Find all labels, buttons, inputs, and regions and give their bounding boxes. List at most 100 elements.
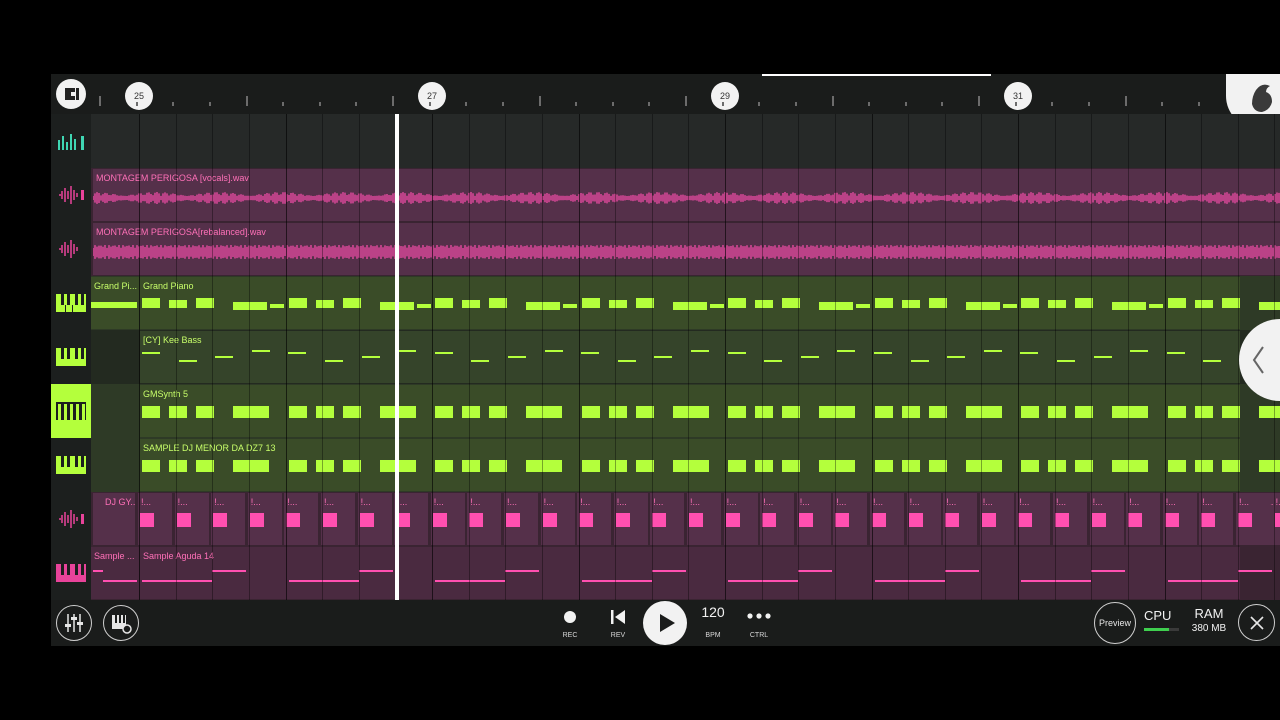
track-icon-8[interactable]	[51, 492, 91, 546]
slice-clip[interactable]: !...	[796, 493, 831, 545]
track-icon-4[interactable]	[51, 276, 91, 330]
slice-clip[interactable]: !...	[1016, 493, 1051, 545]
note	[178, 360, 197, 362]
slice-clip[interactable]: !...	[284, 493, 319, 545]
slice-clip[interactable]: !...	[1053, 493, 1087, 545]
slice-clip[interactable]: !...	[430, 493, 465, 545]
slice-clip[interactable]: !...	[979, 493, 1014, 545]
track-row-5[interactable]: [CY] Kee Bass	[51, 330, 1280, 384]
track-row-2[interactable]: MONTAGEM PERIGOSA [vocals].wav	[51, 168, 1280, 222]
track-lane-3[interactable]: MONTAGEM PERIGOSA[rebalanced].wav	[91, 222, 1280, 276]
bar-marker-29[interactable]: 29	[711, 82, 739, 110]
pattern-notes	[91, 276, 1280, 330]
track-icon-5[interactable]	[51, 330, 91, 384]
grid-line	[834, 114, 836, 600]
track-row-4[interactable]: Grand Pi... Grand Piano	[51, 276, 1280, 330]
piano-roll-settings-button[interactable]	[103, 605, 139, 641]
slice-clip[interactable]: !...	[1199, 493, 1234, 545]
slice-clip[interactable]: !...	[613, 493, 648, 545]
note	[983, 350, 1002, 352]
track-lane-5[interactable]: [CY] Kee Bass	[91, 330, 1280, 384]
timeline-ruler[interactable]: 25 27 29 31	[51, 74, 1280, 128]
track-lane-9[interactable]: Sample ... Sample Aguda 14	[91, 546, 1280, 600]
playhead[interactable]	[395, 114, 399, 600]
slice-clip[interactable]: !...	[394, 493, 429, 545]
mixer-button[interactable]	[56, 605, 92, 641]
slice-clip[interactable]: !...	[833, 493, 868, 545]
slice-clip[interactable]: !...	[504, 493, 538, 545]
track-row-3[interactable]: MONTAGEM PERIGOSA[rebalanced].wav	[51, 222, 1280, 276]
track-icon-6-selected[interactable]	[51, 384, 91, 438]
track-lane-8[interactable]: DJ GY... DJ GY... !...!...!...!...!...!.…	[91, 492, 1280, 546]
note	[526, 460, 562, 472]
track-icon-3[interactable]	[51, 222, 91, 276]
close-button[interactable]	[1238, 604, 1275, 641]
horizontal-scroll-indicator[interactable]	[762, 74, 991, 76]
track-icon-9[interactable]	[51, 546, 91, 600]
bar-marker-25[interactable]: 25	[125, 82, 153, 110]
ruler-tick	[245, 96, 248, 106]
note	[233, 406, 269, 418]
slice-label: !...	[616, 497, 627, 507]
note	[1194, 460, 1213, 472]
cpu-meter: CPU	[1144, 608, 1184, 638]
slice-clip[interactable]: !...	[247, 493, 282, 545]
slice-wave	[908, 513, 923, 527]
play-button[interactable]	[643, 601, 687, 645]
track-row-7[interactable]: SAMPLE DJ MENOR DA DZ7 13	[51, 438, 1280, 492]
slice-clip[interactable]: !...	[1126, 493, 1161, 545]
slice-clip[interactable]: !...	[760, 493, 795, 545]
track-row-8[interactable]: DJ GY... DJ GY... !...!...!...!...!...!.…	[51, 492, 1280, 546]
slice-clip[interactable]: !...	[1089, 493, 1124, 545]
slice-clip[interactable]: !...	[1236, 493, 1270, 545]
ruler-tick	[758, 102, 761, 106]
slice-clip[interactable]: !...	[174, 493, 209, 545]
rev-button[interactable]: REV	[607, 607, 629, 643]
grid-line	[1054, 114, 1056, 600]
audio-clip-rebalanced[interactable]: MONTAGEM PERIGOSA[rebalanced].wav	[93, 223, 1280, 275]
track-lane-6[interactable]: GMSynth 5	[91, 384, 1280, 438]
track-icon-7[interactable]	[51, 438, 91, 492]
slice-clip[interactable]: !...	[687, 493, 721, 545]
fl-mobile-logo-icon[interactable]	[56, 79, 86, 109]
bpm-control[interactable]: 120 BPM	[696, 604, 730, 644]
track-row-6[interactable]: GMSynth 5	[51, 384, 1280, 438]
audio-clip-vocals[interactable]: MONTAGEM PERIGOSA [vocals].wav	[93, 169, 1280, 221]
slice-wave	[1238, 513, 1252, 527]
track-lane-1[interactable]	[91, 114, 1280, 168]
bar-marker-31[interactable]: 31	[1004, 82, 1032, 110]
cpu-bar-fill	[1144, 628, 1169, 631]
slice-clip[interactable]: !...	[870, 493, 904, 545]
note	[581, 298, 600, 308]
slice-clip[interactable]: !...	[943, 493, 978, 545]
ruler-tick	[685, 96, 687, 106]
slice-clip[interactable]: !...	[211, 493, 246, 545]
slice-clip[interactable]: !...	[723, 493, 758, 545]
slice-clip[interactable]: !...	[540, 493, 575, 545]
track-icon-2[interactable]	[51, 168, 91, 222]
track-icon-1[interactable]	[51, 114, 91, 168]
track-lane-7[interactable]: SAMPLE DJ MENOR DA DZ7 13	[91, 438, 1280, 492]
track-lane-4[interactable]: Grand Pi... Grand Piano	[91, 276, 1280, 330]
rec-button[interactable]: REC	[560, 607, 580, 643]
fl-studio-mobile-window: 25 27 29 31 MONTAGEM PERIGOSA [vocals].w…	[51, 74, 1280, 646]
track-lane-2[interactable]: MONTAGEM PERIGOSA [vocals].wav	[91, 168, 1280, 222]
slice-clip[interactable]: !...	[467, 493, 502, 545]
slice-clip[interactable]: !...	[650, 493, 685, 545]
bar-marker-27[interactable]: 27	[418, 82, 446, 110]
ram-value: 380 MB	[1191, 623, 1227, 634]
slice-clip[interactable]: !...	[138, 493, 172, 545]
note	[91, 302, 137, 308]
slice-clip[interactable]: !...	[1162, 493, 1197, 545]
slice-clip[interactable]: !...	[906, 493, 941, 545]
note	[169, 406, 187, 418]
slice-clip[interactable]: !...	[357, 493, 392, 545]
preview-button[interactable]: Preview	[1094, 602, 1136, 644]
track-row-9[interactable]: Sample ... Sample Aguda 14	[51, 546, 1280, 600]
slice-clip[interactable]: !...	[321, 493, 355, 545]
note	[947, 356, 966, 358]
track-row-1[interactable]	[51, 114, 1280, 168]
ctrl-button[interactable]: CTRL	[745, 607, 773, 643]
slice-clip[interactable]: !...	[577, 493, 612, 545]
slice-wave	[432, 513, 447, 527]
